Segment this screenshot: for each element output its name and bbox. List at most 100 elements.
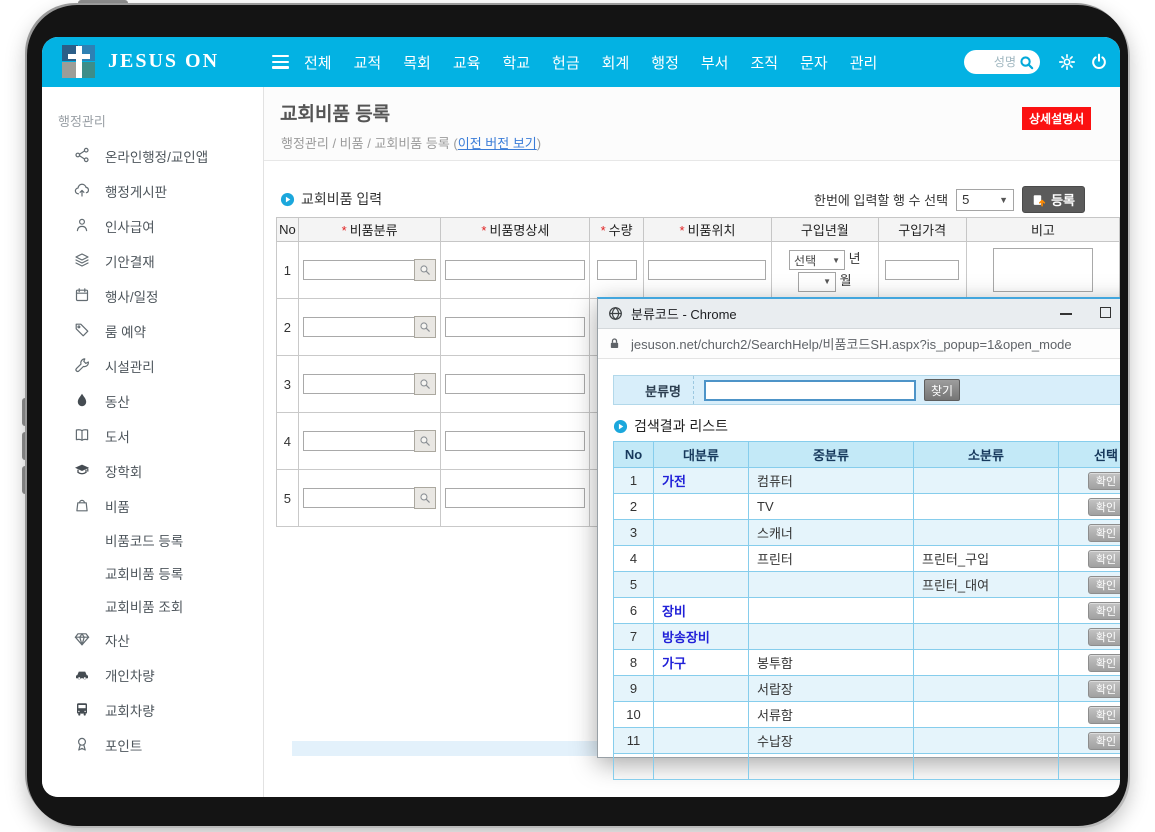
- sidebar-subitem[interactable]: 교회비품 조회: [42, 589, 263, 622]
- category-search-button[interactable]: [414, 487, 436, 509]
- nav-item[interactable]: 헌금: [552, 52, 580, 73]
- nav-item[interactable]: 행정: [651, 52, 679, 73]
- nav-item[interactable]: 교육: [453, 52, 481, 73]
- manual-button[interactable]: 상세설명서: [1022, 107, 1091, 130]
- category-search-button[interactable]: [414, 430, 436, 452]
- nav-item[interactable]: 회계: [602, 52, 630, 73]
- sidebar-subitem[interactable]: 교회비품 등록: [42, 556, 263, 589]
- maximize-icon[interactable]: [1100, 307, 1111, 318]
- category-input[interactable]: [303, 488, 415, 508]
- row-number: 4: [277, 413, 299, 470]
- popup-column-header: No: [614, 442, 654, 468]
- sidebar-item-label: 인사급여: [105, 216, 155, 236]
- category-search-button[interactable]: [414, 259, 436, 281]
- magnifier-icon: [419, 492, 431, 504]
- row-number: 1: [277, 242, 299, 299]
- item-name-input[interactable]: [445, 431, 585, 451]
- breadcrumb-close: ): [537, 136, 541, 151]
- confirm-button[interactable]: 확인: [1088, 524, 1120, 542]
- price-input[interactable]: [885, 260, 959, 280]
- nav-item[interactable]: 학교: [502, 52, 530, 73]
- row-number: 5: [277, 470, 299, 527]
- item-name-input[interactable]: [445, 488, 585, 508]
- confirm-button[interactable]: 확인: [1088, 628, 1120, 646]
- result-no: 9: [614, 676, 654, 702]
- magnifier-icon: [419, 321, 431, 333]
- category-input[interactable]: [303, 317, 415, 337]
- item-name-input[interactable]: [445, 374, 585, 394]
- register-button[interactable]: 등록: [1022, 186, 1085, 213]
- hamburger-icon[interactable]: [272, 55, 289, 72]
- confirm-button[interactable]: 확인: [1088, 498, 1120, 516]
- gear-icon[interactable]: [1058, 53, 1076, 76]
- nav-item[interactable]: 전체: [304, 52, 332, 73]
- item-name-input[interactable]: [445, 317, 585, 337]
- confirm-button[interactable]: 확인: [1088, 472, 1120, 490]
- sidebar-item[interactable]: 온라인행정/교인앱: [42, 138, 263, 173]
- search-icon[interactable]: [1019, 55, 1034, 70]
- result-minor: [914, 728, 1059, 754]
- result-no: 7: [614, 624, 654, 650]
- breadcrumb-prev-version-link[interactable]: 이전 버전 보기: [458, 136, 537, 151]
- category-input[interactable]: [303, 260, 415, 280]
- stage: JESUS ON 전체교적목회교육학교헌금회계행정부서조직문자관리 행정관리 온…: [0, 0, 1155, 832]
- category-input[interactable]: [303, 431, 415, 451]
- sidebar-item[interactable]: 룸 예약: [42, 313, 263, 348]
- confirm-button[interactable]: 확인: [1088, 576, 1120, 594]
- nav-item[interactable]: 관리: [850, 52, 878, 73]
- nav-item[interactable]: 조직: [750, 52, 778, 73]
- header-search-box[interactable]: [964, 50, 1040, 74]
- sidebar-item[interactable]: 행사/일정: [42, 278, 263, 313]
- sidebar-item[interactable]: 장학회: [42, 453, 263, 488]
- sidebar-item[interactable]: 동산: [42, 383, 263, 418]
- result-middle: 서랍장: [749, 676, 914, 702]
- popup-titlebar[interactable]: 분류코드 - Chrome: [598, 299, 1120, 329]
- confirm-button[interactable]: 확인: [1088, 732, 1120, 750]
- power-icon[interactable]: [1090, 53, 1108, 76]
- nav-item[interactable]: 문자: [800, 52, 828, 73]
- column-header: No: [277, 218, 299, 242]
- sidebar-item[interactable]: 비품: [42, 488, 263, 523]
- year-select[interactable]: 선택▼: [789, 250, 845, 270]
- confirm-button[interactable]: 확인: [1088, 602, 1120, 620]
- item-name-input[interactable]: [445, 260, 585, 280]
- sidebar-item[interactable]: 교회차량: [42, 692, 263, 727]
- sidebar-item[interactable]: 자산: [42, 622, 263, 657]
- popup-result-row: 11수납장확인: [614, 728, 1121, 754]
- find-button[interactable]: 찾기: [924, 379, 960, 401]
- play-circle-icon: [613, 419, 628, 434]
- popup-search-input[interactable]: [704, 380, 916, 401]
- sidebar-item[interactable]: 기안결재: [42, 243, 263, 278]
- nav-item[interactable]: 교적: [354, 52, 382, 73]
- month-select[interactable]: ▼: [798, 272, 836, 292]
- nav-item[interactable]: 목회: [403, 52, 431, 73]
- sidebar-item[interactable]: 도서: [42, 418, 263, 453]
- sidebar-item[interactable]: 포인트: [42, 727, 263, 762]
- cloud-upload-icon: [74, 182, 91, 199]
- confirm-button[interactable]: 확인: [1088, 680, 1120, 698]
- magnifier-icon: [419, 378, 431, 390]
- quantity-input[interactable]: [597, 260, 637, 280]
- location-input[interactable]: [648, 260, 766, 280]
- category-search-button[interactable]: [414, 373, 436, 395]
- minimize-icon[interactable]: [1060, 313, 1072, 315]
- category-input[interactable]: [303, 374, 415, 394]
- confirm-button[interactable]: 확인: [1088, 706, 1120, 724]
- section-head: 교회비품 입력: [280, 189, 382, 209]
- sidebar-item[interactable]: 개인차량: [42, 657, 263, 692]
- result-middle: 서류함: [749, 702, 914, 728]
- main-nav: 전체 교적 목회 교육 학교 헌금 회계 행정 부서 조직 문자 관리: [304, 37, 877, 87]
- sidebar-item[interactable]: 행정게시판: [42, 173, 263, 208]
- result-minor: [914, 650, 1059, 676]
- book-icon: [74, 427, 91, 444]
- memo-textarea[interactable]: [993, 248, 1093, 292]
- confirm-button[interactable]: 확인: [1088, 654, 1120, 672]
- confirm-button[interactable]: 확인: [1088, 550, 1120, 568]
- nav-item[interactable]: 부서: [701, 52, 729, 73]
- sidebar-item[interactable]: 인사급여: [42, 208, 263, 243]
- header-search-input[interactable]: [976, 55, 1016, 69]
- category-search-button[interactable]: [414, 316, 436, 338]
- sidebar-item[interactable]: 시설관리: [42, 348, 263, 383]
- sidebar-subitem[interactable]: 비품코드 등록: [42, 523, 263, 556]
- row-count-select[interactable]: 5▼: [956, 189, 1014, 211]
